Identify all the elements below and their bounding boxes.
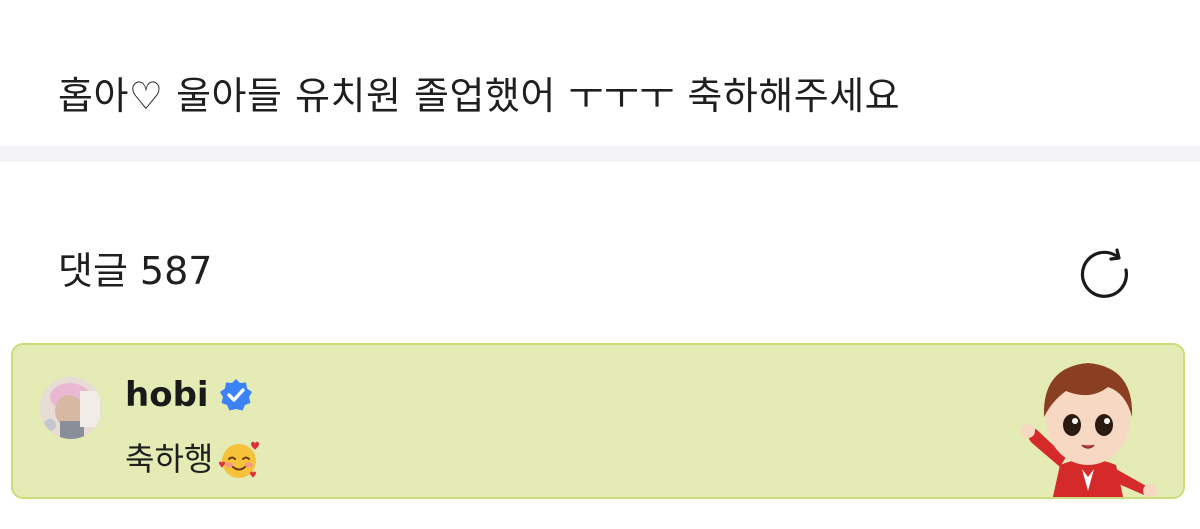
avatar[interactable] xyxy=(40,377,102,439)
post-text: 홉아♡ 울아들 유치원 졸업했어 ㅜㅜㅜ 축하해주세요 xyxy=(58,74,901,118)
comments-header: 댓글 587 xyxy=(58,245,212,297)
refresh-icon xyxy=(1080,248,1129,298)
author-name[interactable]: hobi xyxy=(125,373,209,417)
smiling-face-with-hearts-icon xyxy=(219,441,260,478)
section-divider xyxy=(0,146,1200,162)
author-row: hobi xyxy=(125,373,253,417)
comments-count: 587 xyxy=(139,249,213,293)
refresh-button[interactable] xyxy=(1072,242,1136,306)
comment-text: 축하행 xyxy=(125,437,261,481)
verified-badge-icon xyxy=(219,379,252,411)
comment-body: 축하행 xyxy=(125,440,214,478)
comments-label: 댓글 xyxy=(58,249,128,293)
highlighted-comment[interactable]: hobi 축하행 xyxy=(11,343,1185,499)
character-sticker-icon xyxy=(1021,363,1157,497)
